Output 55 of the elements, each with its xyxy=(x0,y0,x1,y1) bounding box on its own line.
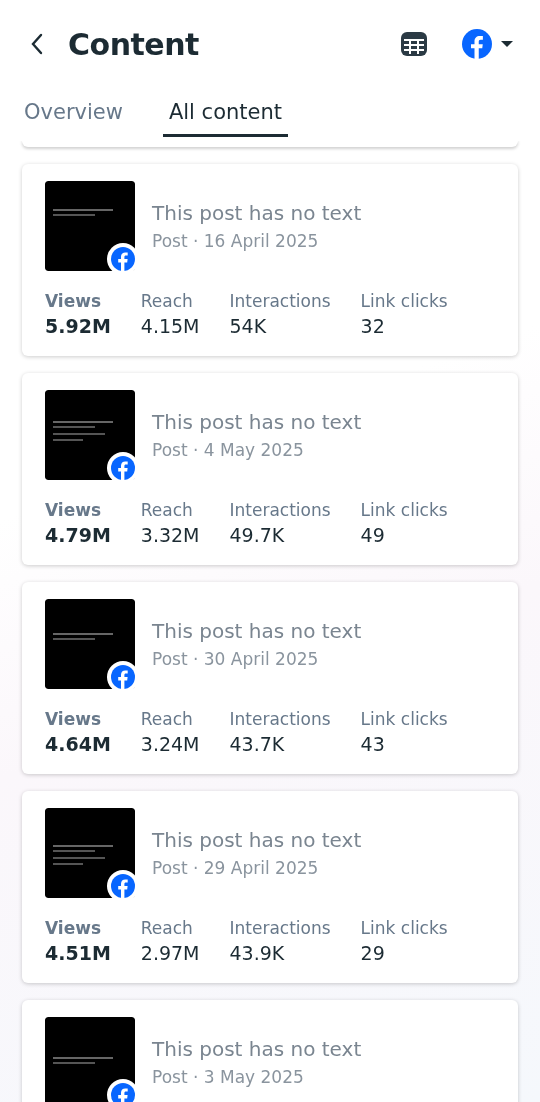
metric-value: 4.15M xyxy=(140,315,200,337)
post-date: Post · 4 May 2025 xyxy=(152,440,305,460)
post-card[interactable]: This post has no text Post · 30 April 2025 Views 4.64M Reach 3.24M Interactions 43.7K Link clicks 43 xyxy=(22,582,518,774)
metric-value: 49 xyxy=(360,524,386,546)
metric-label: Interactions xyxy=(229,918,331,938)
metric-label: Interactions xyxy=(229,709,331,729)
metric-label: Views xyxy=(45,918,103,938)
post-card[interactable]: This post has no text Post · 16 April 2025 Views 5.92M Reach 4.15M Interactions 54K Link clicks 32 xyxy=(22,164,518,356)
metric-label: Link clicks xyxy=(360,291,448,311)
metric-value: 43.7K xyxy=(229,733,286,755)
back-button[interactable] xyxy=(30,32,44,56)
metric-value: 4.51M xyxy=(45,942,111,964)
post-title: This post has no text xyxy=(152,619,362,643)
metric-label: Reach xyxy=(140,500,194,520)
metric-label: Reach xyxy=(140,291,194,311)
caret-icon xyxy=(500,40,514,48)
metric-label: Link clicks xyxy=(360,500,448,520)
metric-label: Views xyxy=(45,500,103,520)
post-title: This post has no text xyxy=(152,828,362,852)
post-date: Post · 3 May 2025 xyxy=(152,1067,305,1087)
metric-label: Reach xyxy=(140,918,194,938)
page-title: Content xyxy=(68,26,200,62)
account-switcher[interactable] xyxy=(462,29,514,59)
metric-value: 43 xyxy=(360,733,386,755)
tab[interactable]: All content xyxy=(162,100,288,137)
metric-label: Link clicks xyxy=(360,709,448,729)
metric-label: Interactions xyxy=(229,291,331,311)
post-date: Post · 29 April 2025 xyxy=(152,858,320,878)
post-title: This post has no text xyxy=(152,410,362,434)
metric-label: Interactions xyxy=(229,500,331,520)
metric-value: 3.24M xyxy=(140,733,200,755)
metric-value: 49.7K xyxy=(229,524,286,546)
post-date: Post · 30 April 2025 xyxy=(152,649,320,669)
metric-value: 4.64M xyxy=(45,733,111,755)
metric-value: 4.79M xyxy=(45,524,111,546)
metric-value: 29 xyxy=(360,942,386,964)
metric-label: Views xyxy=(45,709,103,729)
post-card[interactable]: This post has no text Post · 29 April 2025 Views 4.51M Reach 2.97M Interactions 43.9K Link clicks 29 xyxy=(22,791,518,983)
metric-label: Views xyxy=(45,291,103,311)
metric-value: 32 xyxy=(360,315,386,337)
metric-value: 43.9K xyxy=(229,942,286,964)
facebook-icon xyxy=(462,29,492,59)
metric-value: 54K xyxy=(229,315,268,337)
post-card[interactable]: This post has no text Post · 4 May 2025 Views 4.79M Reach 3.32M Interactions 49.7K Link clicks 49 xyxy=(22,373,518,565)
metric-label: Reach xyxy=(140,709,194,729)
metric-label: Link clicks xyxy=(360,918,448,938)
post-card[interactable]: This post has no text Post · 3 May 2025 xyxy=(22,1000,518,1102)
metric-value: 3.32M xyxy=(140,524,200,546)
metric-value: 5.92M xyxy=(45,315,111,337)
post-date: Post · 16 April 2025 xyxy=(152,231,320,251)
post-title: This post has no text xyxy=(152,1037,362,1061)
post-title: This post has no text xyxy=(152,201,362,225)
table-icon[interactable] xyxy=(400,31,428,57)
metric-value: 2.97M xyxy=(140,942,200,964)
tab[interactable]: Overview xyxy=(18,100,129,137)
